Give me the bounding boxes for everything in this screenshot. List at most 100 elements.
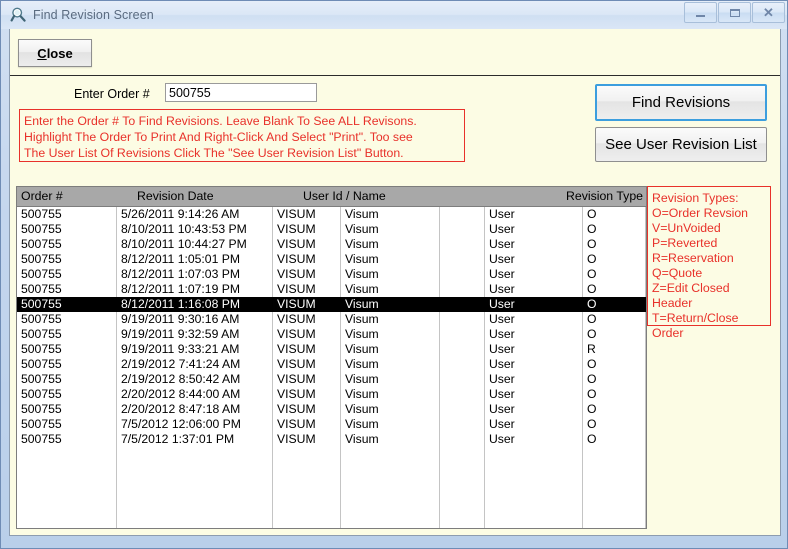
table-cell-name: Visum xyxy=(341,252,440,267)
table-cell-type: O xyxy=(583,252,646,267)
grid-empty-column xyxy=(273,447,341,528)
table-cell-blank xyxy=(440,327,485,342)
table-cell-date: 8/12/2011 1:07:03 PM xyxy=(117,267,273,282)
table-cell-date: 9/19/2011 9:33:21 AM xyxy=(117,342,273,357)
table-cell-type: O xyxy=(583,387,646,402)
table-row[interactable]: 500755 8/12/2011 1:16:08 PM VISUM Visum User… xyxy=(17,297,646,312)
order-number-input[interactable] xyxy=(165,83,317,102)
legend-entry: O=Order Revsion xyxy=(652,206,749,220)
table-cell-order: 500755 xyxy=(17,267,117,282)
grid-rows: 500755 5/26/2011 9:14:26 AM VISUM Visum User… xyxy=(17,207,646,447)
table-cell-order: 500755 xyxy=(17,327,117,342)
table-row[interactable]: 500755 8/12/2011 1:07:19 PM VISUM Visum User… xyxy=(17,282,646,297)
find-revisions-button[interactable]: Find Revisions xyxy=(595,84,767,121)
minimize-button[interactable] xyxy=(684,2,717,23)
legend-entry: Z=Edit Closed Header xyxy=(652,281,730,310)
table-row[interactable]: 500755 2/20/2012 8:44:00 AM VISUM Visum User… xyxy=(17,387,646,402)
table-cell-user-id: VISUM xyxy=(273,222,341,237)
see-user-revision-list-button[interactable]: See User Revision List xyxy=(595,127,767,162)
table-cell-order: 500755 xyxy=(17,417,117,432)
table-cell-type: O xyxy=(583,432,646,447)
table-row[interactable]: 500755 9/19/2011 9:33:21 AM VISUM Visum User… xyxy=(17,342,646,357)
table-cell-type: O xyxy=(583,237,646,252)
table-cell-blank xyxy=(440,387,485,402)
table-cell-user: User xyxy=(485,357,583,372)
table-cell-order: 500755 xyxy=(17,432,117,447)
legend-entry: Q=Quote xyxy=(652,266,703,280)
table-row[interactable]: 500755 9/19/2011 9:30:16 AM VISUM Visum User… xyxy=(17,312,646,327)
table-cell-name: Visum xyxy=(341,432,440,447)
revisions-grid[interactable]: Order # Revision Date User Id / Name Rev… xyxy=(16,186,647,529)
window-controls: ✕ xyxy=(683,2,785,23)
table-cell-order: 500755 xyxy=(17,402,117,417)
legend-entry: R=Reservation xyxy=(652,251,734,265)
window-client-area: Close Enter Order # Enter the Order # To… xyxy=(9,29,781,536)
grid-empty-column xyxy=(583,447,646,528)
table-row[interactable]: 500755 8/12/2011 1:07:03 PM VISUM Visum User… xyxy=(17,267,646,282)
table-cell-user: User xyxy=(485,327,583,342)
table-cell-date: 8/12/2011 1:16:08 PM xyxy=(117,297,273,312)
close-icon: ✕ xyxy=(763,4,774,20)
table-cell-user: User xyxy=(485,402,583,417)
close-button[interactable]: Close xyxy=(18,39,92,67)
table-cell-order: 500755 xyxy=(17,207,117,222)
window-title: Find Revision Screen xyxy=(33,8,154,22)
table-cell-user: User xyxy=(485,372,583,387)
grid-empty-column xyxy=(440,447,485,528)
table-cell-name: Visum xyxy=(341,387,440,402)
table-row[interactable]: 500755 2/19/2012 7:41:24 AM VISUM Visum User… xyxy=(17,357,646,372)
table-row[interactable]: 500755 2/19/2012 8:50:42 AM VISUM Visum User… xyxy=(17,372,646,387)
maximize-icon xyxy=(729,8,740,17)
table-cell-name: Visum xyxy=(341,237,440,252)
table-row[interactable]: 500755 2/20/2012 8:47:18 AM VISUM Visum User… xyxy=(17,402,646,417)
grid-header-revision-date[interactable]: Revision Date xyxy=(117,187,273,206)
table-cell-user: User xyxy=(485,282,583,297)
table-cell-type: R xyxy=(583,342,646,357)
table-row[interactable]: 500755 7/5/2012 12:06:00 PM VISUM Visum User… xyxy=(17,417,646,432)
table-cell-blank xyxy=(440,417,485,432)
table-cell-user-id: VISUM xyxy=(273,282,341,297)
table-cell-user: User xyxy=(485,312,583,327)
table-cell-blank xyxy=(440,282,485,297)
legend-entry: T=Return/Close Order xyxy=(652,311,739,340)
table-cell-date: 2/20/2012 8:47:18 AM xyxy=(117,402,273,417)
table-cell-blank xyxy=(440,252,485,267)
table-cell-order: 500755 xyxy=(17,387,117,402)
table-cell-blank xyxy=(440,222,485,237)
table-cell-type: O xyxy=(583,312,646,327)
close-window-button[interactable]: ✕ xyxy=(752,2,785,23)
table-cell-user: User xyxy=(485,252,583,267)
table-row[interactable]: 500755 7/5/2012 1:37:01 PM VISUM Visum User O xyxy=(17,432,646,447)
table-row[interactable]: 500755 8/10/2011 10:43:53 PM VISUM Visum Use… xyxy=(17,222,646,237)
instructions-line-2: Highlight The Order To Print And Right-C… xyxy=(24,130,413,144)
table-cell-date: 5/26/2011 9:14:26 AM xyxy=(117,207,273,222)
table-cell-user: User xyxy=(485,237,583,252)
table-row[interactable]: 500755 5/26/2011 9:14:26 AM VISUM Visum User… xyxy=(17,207,646,222)
table-row[interactable]: 500755 8/10/2011 10:44:27 PM VISUM Visum Use… xyxy=(17,237,646,252)
table-cell-type: O xyxy=(583,267,646,282)
table-cell-user-id: VISUM xyxy=(273,312,341,327)
table-row[interactable]: 500755 9/19/2011 9:32:59 AM VISUM Visum User… xyxy=(17,327,646,342)
grid-header-revision-type[interactable]: Revision Type xyxy=(440,187,646,206)
close-button-accel: C xyxy=(37,45,47,61)
table-cell-name: Visum xyxy=(341,342,440,357)
order-number-label: Enter Order # xyxy=(74,87,150,101)
grid-header-order[interactable]: Order # xyxy=(17,187,117,206)
table-cell-user: User xyxy=(485,387,583,402)
table-cell-blank xyxy=(440,267,485,282)
table-cell-name: Visum xyxy=(341,417,440,432)
table-cell-user-id: VISUM xyxy=(273,207,341,222)
maximize-button[interactable] xyxy=(718,2,751,23)
table-cell-order: 500755 xyxy=(17,342,117,357)
grid-header-user-id-name[interactable]: User Id / Name xyxy=(273,187,440,206)
revision-types-legend: Revision Types: O=Order Revsion V=UnVoide… xyxy=(647,186,771,340)
table-row[interactable]: 500755 8/12/2011 1:05:01 PM VISUM Visum User… xyxy=(17,252,646,267)
table-cell-blank xyxy=(440,207,485,222)
table-cell-blank xyxy=(440,237,485,252)
table-cell-date: 8/12/2011 1:07:19 PM xyxy=(117,282,273,297)
table-cell-user: User xyxy=(485,267,583,282)
legend-title: Revision Types: xyxy=(652,191,739,205)
table-cell-user-id: VISUM xyxy=(273,432,341,447)
table-cell-type: O xyxy=(583,222,646,237)
toolbar-divider xyxy=(10,75,780,76)
